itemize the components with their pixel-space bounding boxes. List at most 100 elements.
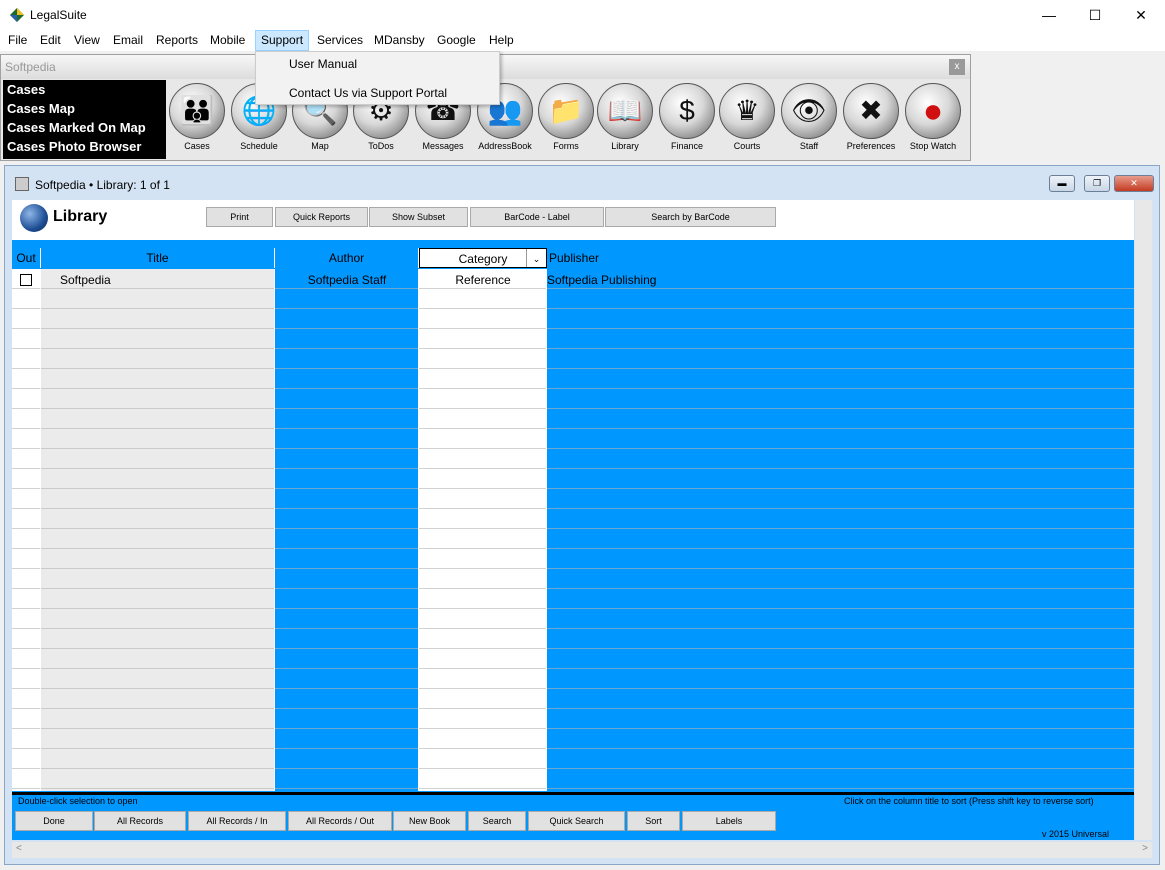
toolbar-button-label: AddressBook bbox=[478, 141, 532, 151]
column-header-category[interactable]: Category ⌄ bbox=[419, 248, 547, 268]
menu-view[interactable]: View bbox=[73, 30, 101, 51]
tools-icon-glyph: ✖ bbox=[859, 95, 883, 126]
labels-button[interactable]: Labels bbox=[682, 811, 776, 831]
search-by-barcode-button[interactable]: Search by BarCode bbox=[605, 207, 776, 227]
library-window: Softpedia • Library: 1 of 1 ▬ ❐ ✕ Librar… bbox=[4, 165, 1160, 865]
people-icon-glyph: 👪 bbox=[179, 95, 215, 126]
sort-button[interactable]: Sort bbox=[627, 811, 680, 831]
crown-icon: ♛ bbox=[719, 83, 775, 139]
toolbar-button-cases[interactable]: 👪 Cases bbox=[167, 83, 227, 155]
close-button[interactable]: ✕ bbox=[1118, 0, 1164, 30]
library-grid: Out Title Author Category ⌄ Publisher So… bbox=[12, 240, 1134, 792]
toolbar-button-label: Schedule bbox=[240, 141, 278, 151]
maximize-button[interactable]: ☐ bbox=[1072, 0, 1118, 30]
quick-link-cases-photo-browser[interactable]: Cases Photo Browser bbox=[3, 137, 166, 156]
tools-icon: ✖ bbox=[843, 83, 899, 139]
row-out-checkbox[interactable] bbox=[20, 274, 32, 286]
barcode-label-button[interactable]: BarCode - Label bbox=[470, 207, 604, 227]
column-header-category-label: Category bbox=[458, 252, 508, 266]
menu-google[interactable]: Google bbox=[436, 30, 477, 51]
menu-help[interactable]: Help bbox=[488, 30, 515, 51]
search-button[interactable]: Search bbox=[468, 811, 526, 831]
toolbar-button-finance[interactable]: $ Finance bbox=[657, 83, 717, 155]
quick-search-button[interactable]: Quick Search bbox=[528, 811, 625, 831]
column-publisher bbox=[547, 269, 1134, 791]
column-header-publisher[interactable]: Publisher bbox=[547, 248, 1134, 268]
menu-file[interactable]: File bbox=[7, 30, 28, 51]
row-author-cell[interactable]: Softpedia Staff bbox=[275, 273, 419, 287]
menu-mobile[interactable]: Mobile bbox=[209, 30, 246, 51]
app-title: LegalSuite bbox=[30, 8, 87, 22]
chevron-down-icon[interactable]: ⌄ bbox=[526, 249, 546, 267]
library-close-button[interactable]: ✕ bbox=[1114, 175, 1154, 192]
quick-link-cases-marked-on-map[interactable]: Cases Marked On Map bbox=[3, 118, 166, 137]
menu-mdansby[interactable]: MDansby bbox=[373, 30, 426, 51]
library-window-icon bbox=[15, 177, 29, 191]
toolbar-button-courts[interactable]: ♛ Courts bbox=[717, 83, 777, 155]
grid-divider bbox=[418, 269, 419, 791]
row-category-cell[interactable]: Reference bbox=[419, 273, 547, 287]
crown-icon-glyph: ♛ bbox=[734, 95, 760, 126]
footer-hint-sort: Click on the column title to sort (Press… bbox=[844, 796, 1094, 806]
row-title-cell[interactable]: Softpedia bbox=[60, 273, 111, 287]
grid-divider bbox=[274, 269, 275, 791]
scroll-right-icon[interactable]: > bbox=[1142, 843, 1148, 854]
menu-edit[interactable]: Edit bbox=[39, 30, 62, 51]
print-button[interactable]: Print bbox=[206, 207, 273, 227]
toolbar-panel-close-icon[interactable]: x bbox=[949, 59, 965, 75]
library-minimize-button[interactable]: ▬ bbox=[1049, 175, 1075, 192]
toolbar-button-stop-watch[interactable]: ● Stop Watch bbox=[903, 83, 963, 155]
book-icon: 📖 bbox=[597, 83, 653, 139]
toolbar-button-forms[interactable]: 📁 Forms bbox=[536, 83, 596, 155]
book-icon-glyph: 📖 bbox=[607, 95, 643, 126]
scroll-left-icon[interactable]: < bbox=[16, 843, 22, 854]
done-button[interactable]: Done bbox=[15, 811, 93, 831]
quick-reports-button[interactable]: Quick Reports bbox=[275, 207, 368, 227]
column-header-title[interactable]: Title bbox=[41, 248, 275, 268]
toolbar-button-label: Library bbox=[611, 141, 639, 151]
toolbar-panel-title: Softpedia bbox=[5, 60, 56, 74]
record-icon: ● bbox=[905, 83, 961, 139]
toolbar-button-library[interactable]: 📖 Library bbox=[595, 83, 655, 155]
horizontal-scrollbar[interactable]: < > bbox=[12, 842, 1152, 858]
vertical-scrollbar[interactable] bbox=[1135, 200, 1152, 840]
menu-services[interactable]: Services bbox=[316, 30, 364, 51]
toolbar-button-label: Courts bbox=[733, 141, 761, 151]
menu-item-contact-support-portal[interactable]: Contact Us via Support Portal bbox=[289, 86, 447, 100]
all-records-out-button[interactable]: All Records / Out bbox=[288, 811, 392, 831]
globe-icon bbox=[20, 204, 48, 232]
toolbar-button-label: Finance bbox=[670, 141, 704, 151]
toolbar-button-preferences[interactable]: ✖ Preferences bbox=[841, 83, 901, 155]
toolbar-button-staff[interactable]: 👁 Staff bbox=[779, 83, 839, 155]
toolbar-button-label: ToDos bbox=[368, 141, 394, 151]
column-header-author[interactable]: Author bbox=[275, 248, 419, 268]
quick-link-cases-map[interactable]: Cases Map bbox=[3, 99, 166, 118]
toolbar-button-label: Map bbox=[311, 141, 329, 151]
library-content: Library Print Quick Reports Show Subset … bbox=[12, 200, 1134, 840]
menu-item-user-manual[interactable]: User Manual bbox=[289, 57, 357, 71]
footer-hint-open: Double-click selection to open bbox=[18, 796, 138, 806]
column-title bbox=[41, 269, 274, 791]
menu-bar: File Edit View Email Reports Mobile Supp… bbox=[0, 30, 1165, 51]
menu-email[interactable]: Email bbox=[112, 30, 144, 51]
column-header-out[interactable]: Out bbox=[12, 248, 41, 268]
legalsuite-logo-icon bbox=[10, 8, 24, 22]
column-author bbox=[275, 269, 418, 791]
app-titlebar: LegalSuite — ☐ ✕ bbox=[0, 0, 1165, 30]
eye-icon-glyph: 👁 bbox=[791, 95, 827, 126]
menu-support[interactable]: Support bbox=[255, 30, 309, 51]
dollar-icon: $ bbox=[659, 83, 715, 139]
row-publisher-cell[interactable]: Softpedia Publishing bbox=[547, 273, 656, 287]
people-icon: 👪 bbox=[169, 83, 225, 139]
new-book-button[interactable]: New Book bbox=[393, 811, 466, 831]
show-subset-button[interactable]: Show Subset bbox=[369, 207, 468, 227]
all-records-button[interactable]: All Records bbox=[94, 811, 186, 831]
quick-link-cases[interactable]: Cases bbox=[3, 80, 166, 99]
column-out bbox=[12, 269, 40, 791]
column-category bbox=[419, 269, 546, 791]
minimize-button[interactable]: — bbox=[1026, 0, 1072, 30]
library-restore-button[interactable]: ❐ bbox=[1084, 175, 1110, 192]
all-records-in-button[interactable]: All Records / In bbox=[188, 811, 286, 831]
dollar-icon-glyph: $ bbox=[679, 95, 695, 126]
menu-reports[interactable]: Reports bbox=[155, 30, 199, 51]
